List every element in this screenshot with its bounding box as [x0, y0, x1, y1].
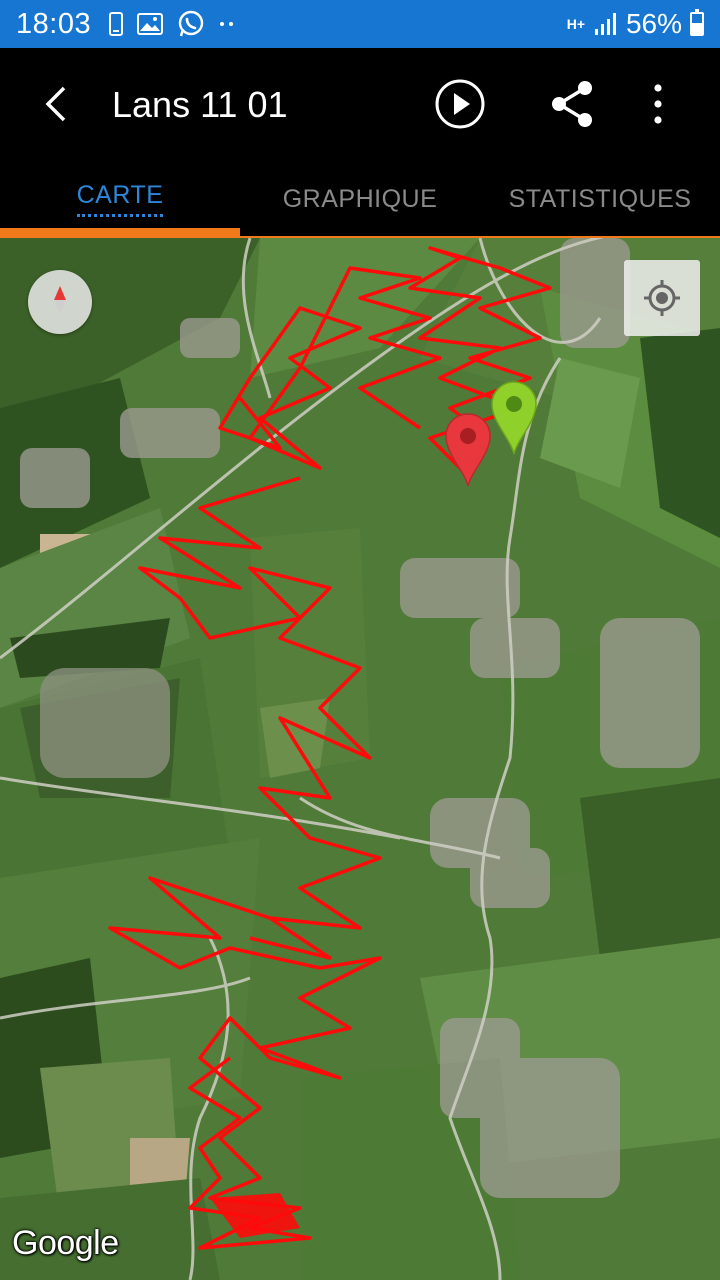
tab-label: STATISTIQUES [508, 184, 692, 213]
more-vert-icon[interactable] [640, 82, 676, 126]
back-arrow-icon[interactable] [36, 80, 76, 128]
more-notifications-icon [220, 22, 234, 26]
my-location-icon [644, 280, 680, 316]
start-marker-icon[interactable] [490, 380, 538, 456]
tab-label: GRAPHIQUE [282, 184, 438, 213]
network-type: H+ [566, 16, 586, 32]
notification-icons [109, 10, 235, 38]
tab-statistiques[interactable]: STATISTIQUES [480, 160, 720, 238]
tab-label: CARTE [76, 181, 164, 217]
compass-button[interactable] [28, 270, 92, 334]
page-title: Lans 11 01 [112, 84, 288, 125]
app-bar: Lans 11 01 [0, 48, 720, 160]
status-right: H+ 56% [566, 8, 704, 40]
share-icon[interactable] [548, 78, 596, 130]
battery-icon [690, 9, 704, 36]
status-bar: 18:03 H+ 56% [0, 0, 720, 48]
map-attribution: Google [12, 1224, 119, 1262]
signal-icon [594, 13, 616, 35]
tab-graphique[interactable]: GRAPHIQUE [240, 160, 480, 238]
play-icon[interactable] [434, 78, 486, 130]
whatsapp-icon [178, 10, 204, 37]
battery-percent: 56% [625, 8, 682, 39]
satellite-map[interactable] [0, 238, 720, 1280]
tab-bar: CARTE GRAPHIQUE STATISTIQUES [0, 160, 720, 238]
phone-icon [109, 12, 124, 36]
map-view[interactable]: Google [0, 238, 720, 1280]
status-time: 18:03 [16, 7, 92, 40]
end-marker-icon[interactable] [444, 412, 492, 488]
gallery-icon [137, 13, 164, 35]
my-location-button[interactable] [624, 260, 700, 336]
battery-fill [692, 22, 702, 34]
tab-indicator [0, 228, 240, 238]
compass-icon [54, 286, 66, 314]
tab-carte[interactable]: CARTE [0, 160, 240, 238]
